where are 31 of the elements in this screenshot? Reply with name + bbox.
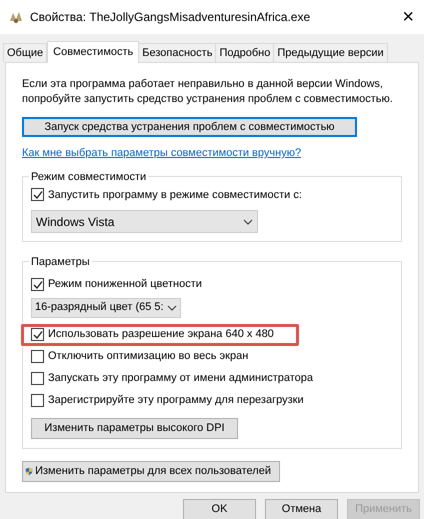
checkbox-label: Использовать разрешение экрана 640 x 480 xyxy=(48,327,274,342)
checkbox-label: Режим пониженной цветности xyxy=(48,277,202,292)
checkbox[interactable] xyxy=(31,328,44,341)
version-dropdown[interactable]: Windows Vista xyxy=(31,210,258,233)
tab[interactable]: Совместимость xyxy=(47,41,140,63)
dialog-button[interactable]: Отмена xyxy=(265,499,338,519)
checkbox-label: Запустить программу в режиме совместимости с: xyxy=(48,188,302,202)
checkbox[interactable] xyxy=(31,350,44,363)
troubleshoot-button[interactable]: Запуск средства устранения проблем с совместимостью xyxy=(22,117,357,137)
all-users-button[interactable]: Изменить параметры для всех пользователей xyxy=(22,460,280,482)
checkbox[interactable] xyxy=(31,372,44,385)
checkbox[interactable] xyxy=(31,394,44,407)
checkbox[interactable] xyxy=(31,188,44,202)
checkbox-label: Отключить оптимизацию во весь экран xyxy=(48,349,248,364)
checkbox[interactable] xyxy=(31,278,44,291)
color-dropdown[interactable]: 16-разрядный цвет (65 5: xyxy=(31,298,181,318)
tab[interactable]: Предыдущие версии xyxy=(273,43,388,62)
dialog-button[interactable]: OK xyxy=(183,499,256,519)
caret-icon xyxy=(167,304,177,310)
caret-icon xyxy=(243,218,253,224)
tab[interactable]: Общие xyxy=(3,43,48,62)
window-title: Свойства: TheJollyGangsMisadventuresinAfrica.exe xyxy=(30,9,312,26)
checkmark-icon xyxy=(32,330,42,340)
checkbox-label: Зарегистрируйте эту программу для перезагрузки xyxy=(48,393,304,408)
checkbox-label: Запускать эту программу от имени администратора xyxy=(48,371,314,386)
checkmark-icon xyxy=(32,190,42,200)
intro-text: Если эта программа работает неправильно в данной версии Windows, попробуйте запустить средство устранения проблем с совместимостью. xyxy=(22,77,394,107)
help-link[interactable]: Как мне выбрать параметры совместимости вручную? xyxy=(22,145,402,162)
checkmark-icon xyxy=(32,280,42,290)
close-button[interactable]: × xyxy=(402,7,414,27)
dpi-button[interactable]: Изменить параметры высокого DPI xyxy=(31,418,238,438)
